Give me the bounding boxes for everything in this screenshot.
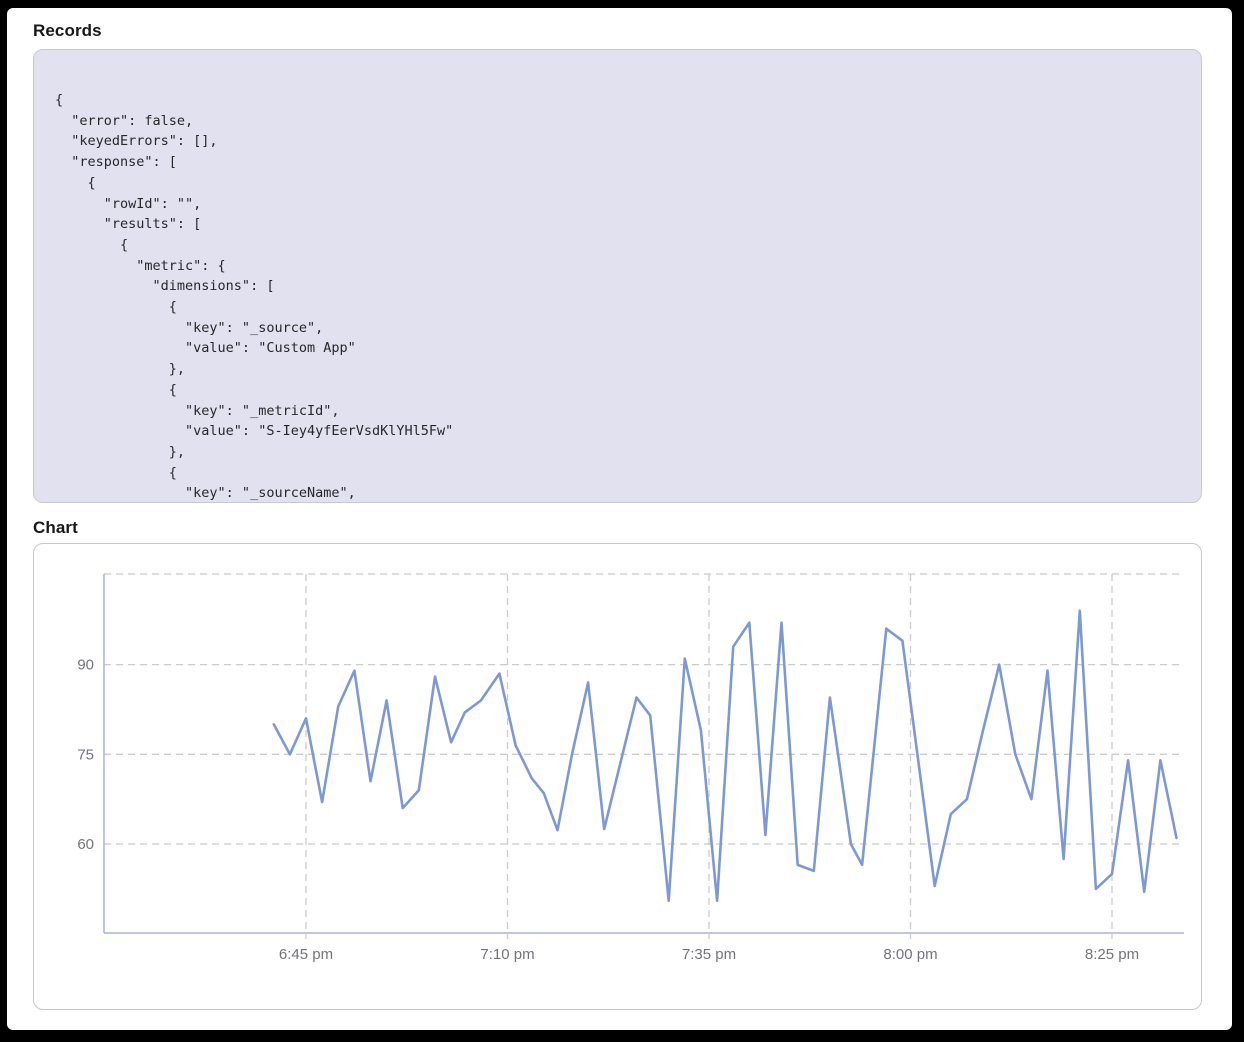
- records-json-panel[interactable]: { "error": false, "keyedErrors": [], "re…: [33, 49, 1202, 503]
- x-tick-label: 7:10 pm: [480, 946, 534, 963]
- x-tick-label: 8:25 pm: [1085, 946, 1139, 963]
- records-json-content: { "error": false, "keyedErrors": [], "re…: [34, 50, 1201, 503]
- timeseries-chart[interactable]: 60 75 90 6:45 pm 7:10 pm 7:35 pm 8:00 pm 8:25 p…: [34, 544, 1201, 1009]
- x-tick-label: 8:00 pm: [883, 946, 937, 963]
- y-tick-label: 75: [77, 746, 94, 763]
- chart-heading: Chart: [33, 518, 78, 538]
- page: Records { "error": false, "keyedErrors":…: [7, 8, 1232, 1030]
- y-tick-label: 90: [77, 657, 94, 674]
- series-line: [274, 611, 1177, 901]
- x-tick-label: 6:45 pm: [279, 946, 333, 963]
- y-tick-label: 60: [77, 836, 94, 853]
- x-tick-label: 7:35 pm: [682, 946, 736, 963]
- chart-panel: 60 75 90 6:45 pm 7:10 pm 7:35 pm 8:00 pm 8:25 p…: [33, 543, 1202, 1010]
- records-heading: Records: [33, 21, 102, 41]
